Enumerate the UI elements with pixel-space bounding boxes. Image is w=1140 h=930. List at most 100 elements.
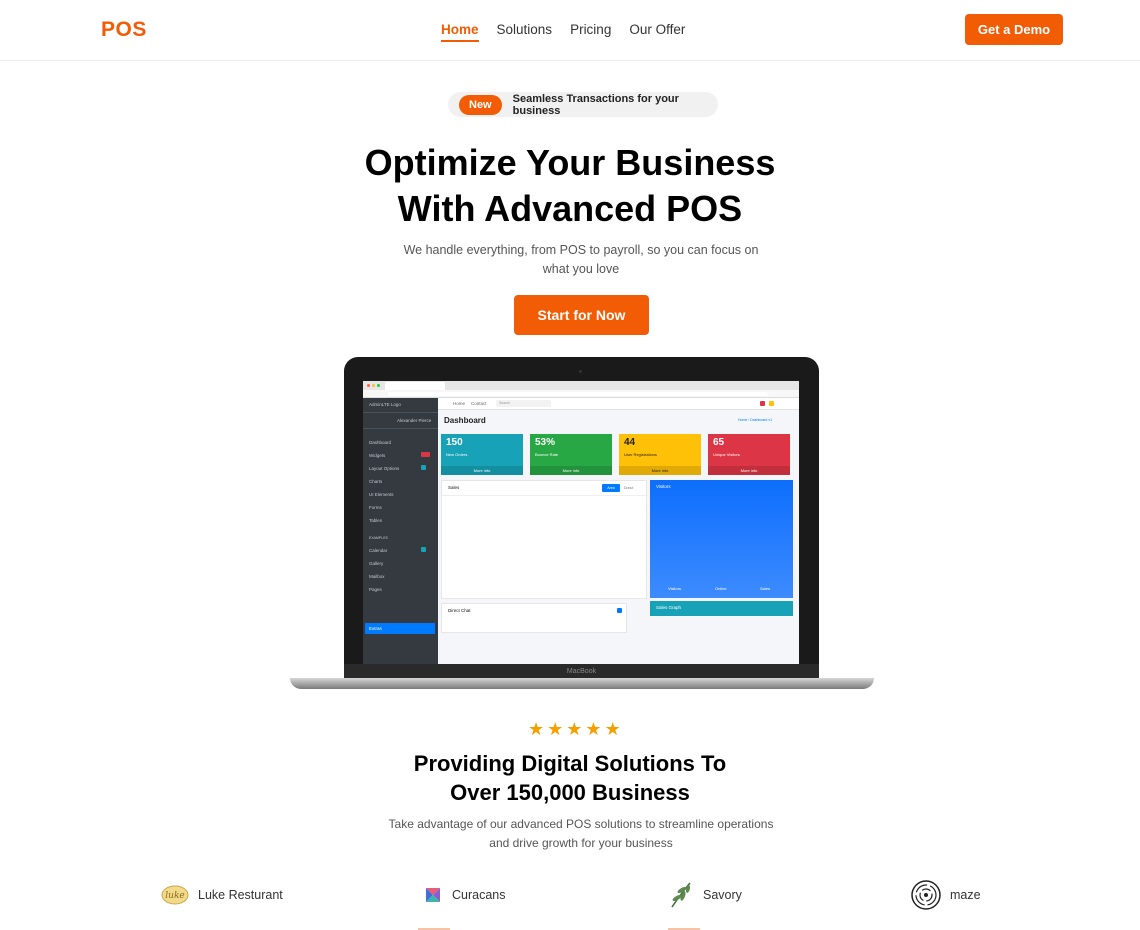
direct-chat-title: Direct Chat	[448, 608, 471, 613]
topbar-search: Search	[496, 400, 551, 407]
card-divider	[442, 495, 648, 496]
sidebar-user: Alexander Pierce	[397, 418, 432, 423]
social-proof-subtitle: Take advantage of our advanced POS solut…	[388, 817, 774, 850]
laptop-chin: MacBook	[344, 664, 819, 679]
nav-link-pricing[interactable]: Pricing	[570, 22, 611, 42]
dashboard-topbar: Home Contact Search	[438, 398, 799, 410]
hero-title-line2: With Advanced POS	[397, 188, 743, 229]
client-curacans: Curacans	[423, 880, 506, 910]
client-savory: Savory	[668, 880, 742, 910]
url-field	[388, 392, 768, 396]
sidebar-item-tables: Tables	[369, 518, 383, 523]
stat-label: Unique Visitors	[713, 452, 740, 457]
nav-link-our-offer[interactable]: Our Offer	[629, 22, 685, 42]
star-icon: ★	[604, 719, 624, 739]
maze-logo-icon	[911, 880, 941, 910]
dashboard-main: Home Contact Search Dashboard Home / Das…	[438, 398, 799, 664]
stat-value: 44	[624, 437, 636, 448]
star-icon: ★	[528, 719, 548, 739]
social-proof-title: Providing Digital Solutions To Over 150,…	[0, 749, 1140, 807]
stat-footer: More info	[530, 466, 612, 475]
curacans-logo-icon	[423, 885, 443, 905]
message-icon	[769, 401, 774, 406]
stat-footer: More info	[619, 466, 701, 475]
sidebar-item-mailbox: Mailbox	[369, 574, 385, 579]
nav-link-home[interactable]: Home	[441, 22, 479, 42]
start-for-now-button[interactable]: Start for Now	[514, 295, 649, 335]
visitors-card-title: Visitors	[656, 484, 671, 489]
stat-value: 65	[713, 437, 725, 448]
stat-box-visitors: 65 Unique Visitors More info	[708, 434, 790, 475]
star-icon: ★	[547, 719, 567, 739]
sidebar-divider	[363, 412, 438, 413]
announcement-text: Seamless Transactions for your business	[512, 92, 679, 117]
new-badge: New	[459, 94, 502, 115]
main-nav: Home Solutions Pricing Our Offer	[441, 22, 685, 42]
sidebar-item-charts: Charts	[369, 479, 383, 484]
hero-title: Optimize Your Business With Advanced POS	[0, 140, 1140, 232]
dashboard-sidebar: AdminLTE Logo Alexander Pierce Dashboard…	[363, 398, 438, 664]
get-a-demo-button[interactable]: Get a Demo	[965, 14, 1063, 45]
sidebar-item-forms: Forms	[369, 505, 382, 510]
sidebar-section-examples: EXAMPLES	[369, 536, 388, 540]
social-proof-title-line2: Over 150,000 Business	[450, 780, 690, 805]
top-navbar: POS Home Solutions Pricing Our Offer Get…	[0, 0, 1140, 61]
chat-count-badge	[617, 608, 622, 613]
dashboard-screenshot: AdminLTE Logo Alexander Pierce Dashboard…	[363, 381, 799, 664]
sales-graph-title: Sales Graph	[656, 605, 682, 610]
laptop-base	[290, 678, 874, 689]
savory-logo-icon	[668, 881, 694, 909]
hero-subtitle: We handle everything, from POS to payrol…	[403, 243, 759, 276]
topbar-contact-link: Contact	[471, 401, 487, 406]
sales-stat: Sales	[760, 586, 771, 591]
luke-logo-icon: luke	[161, 884, 189, 906]
window-min-dot	[372, 384, 375, 387]
client-name: Luke Resturant	[198, 888, 283, 902]
sidebar-item-gallery: Gallery	[369, 561, 384, 566]
star-icon: ★	[585, 719, 605, 739]
stat-label: User Registrations	[624, 452, 657, 457]
stat-value: 53%	[535, 437, 556, 448]
visitors-card: Visitors Visitors Online Sales	[650, 480, 793, 598]
count-badge	[421, 465, 426, 470]
nav-link-solutions[interactable]: Solutions	[497, 22, 553, 42]
dashboard-breadcrumb: Home / Dashboard v1	[738, 418, 773, 422]
browser-tab	[385, 382, 445, 390]
sidebar-item-dashboard: Dashboard	[369, 440, 392, 445]
online-stat: Online	[715, 586, 727, 591]
sidebar-item-extras: Extras	[369, 626, 382, 631]
client-name: Curacans	[452, 888, 506, 902]
window-max-dot	[377, 384, 380, 387]
direct-chat-card: Direct Chat	[441, 603, 627, 633]
hero-title-line1: Optimize Your Business	[364, 142, 776, 183]
client-name: maze	[950, 888, 981, 902]
sidebar-divider	[363, 428, 438, 429]
visitors-stat: Visitors	[668, 586, 682, 591]
sales-tab-area: Area	[602, 484, 620, 492]
stat-box-bounce: 53% Bounce Rate More info	[530, 434, 612, 475]
laptop-brand: MacBook	[566, 668, 597, 675]
stat-box-registrations: 44 User Registrations More info	[619, 434, 701, 475]
stat-footer: More info	[708, 466, 790, 475]
social-proof-title-line1: Providing Digital Solutions To	[413, 751, 727, 776]
rating-stars: ★★★★★	[528, 719, 624, 740]
stat-box-orders: 150 New Orders More info	[441, 434, 523, 475]
sidebar-item-ui: UI Elements	[369, 492, 394, 497]
sales-card-title: Sales	[448, 485, 460, 490]
sales-graph-card: Sales Graph	[650, 601, 793, 616]
notification-icon	[760, 401, 765, 406]
topbar-home-link: Home	[453, 401, 466, 406]
stat-footer: More info	[441, 466, 523, 475]
browser-url-bar	[363, 390, 799, 398]
pos-logo[interactable]: POS	[101, 18, 147, 42]
announcement-pill[interactable]: New Seamless Transactions for your busin…	[448, 92, 718, 117]
star-icon: ★	[566, 719, 586, 739]
new-badge	[421, 452, 430, 457]
dashboard-title: Dashboard	[444, 416, 486, 425]
sidebar-item-widgets: Widgets	[369, 453, 386, 458]
sidebar-item-pages: Pages	[369, 587, 382, 592]
client-maze: maze	[911, 880, 981, 910]
count-badge	[421, 547, 426, 552]
sidebar-item-extras-active: Extras	[365, 623, 435, 634]
client-name: Savory	[703, 888, 742, 902]
